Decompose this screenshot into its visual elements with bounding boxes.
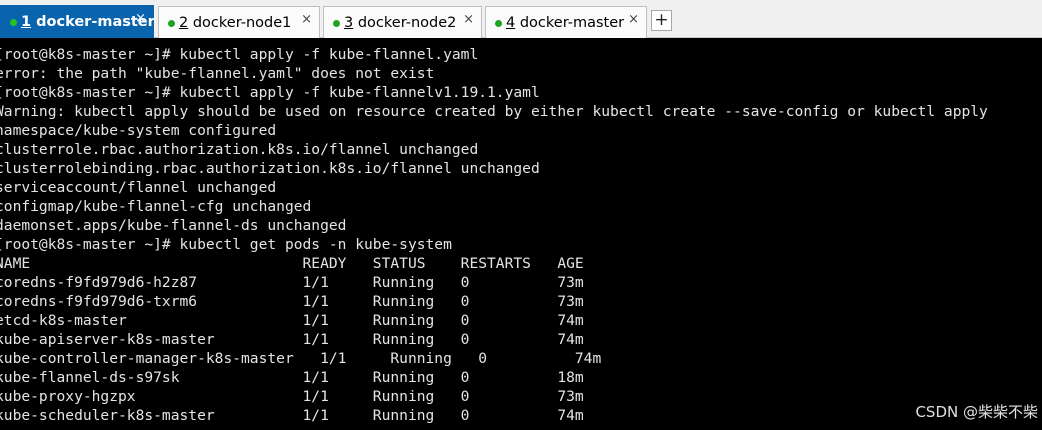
- connected-status-icon: [168, 20, 175, 27]
- terminal-line: kube-flannel-ds-s97sk 1/1 Running 0 18m: [0, 369, 584, 386]
- terminal-line: kube-controller-manager-k8s-master 1/1 R…: [0, 350, 602, 367]
- tab-label: 3 docker-node2: [344, 15, 457, 31]
- tab-docker-master-4[interactable]: 4 docker-master ×: [485, 6, 647, 38]
- terminal-line: daemonset.apps/kube-flannel-ds unchanged: [0, 217, 347, 234]
- tab-label: 4 docker-master: [506, 15, 625, 31]
- terminal-line: NAME READY STATUS RESTARTS AGE: [0, 255, 584, 272]
- tab-bar: 1 docker-master × 2 docker-node1 × 3 doc…: [0, 0, 1042, 38]
- terminal-line: clusterrolebinding.rbac.authorization.k8…: [0, 160, 540, 177]
- close-tab-icon[interactable]: ×: [135, 11, 146, 26]
- watermark: CSDN @柴柴不柴: [915, 403, 1038, 421]
- terminal-line: namespace/kube-system configured: [0, 122, 277, 139]
- terminal-line: clusterrole.rbac.authorization.k8s.io/fl…: [0, 141, 479, 158]
- connected-status-icon: [333, 20, 340, 27]
- terminal-line: [root@k8s-master ~]# kubectl apply -f ku…: [0, 84, 540, 101]
- terminal-line: serviceaccount/flannel unchanged: [0, 179, 277, 196]
- terminal-line: etcd-k8s-master 1/1 Running 0 74m: [0, 312, 584, 329]
- tab-label: 2 docker-node1: [179, 15, 292, 31]
- new-tab-button[interactable]: +: [651, 10, 672, 31]
- terminal-line: Warning: kubectl apply should be used on…: [0, 103, 988, 120]
- terminal-line: kube-apiserver-k8s-master 1/1 Running 0 …: [0, 331, 584, 348]
- close-tab-icon[interactable]: ×: [463, 12, 474, 27]
- connected-status-icon: [10, 19, 17, 26]
- tab-docker-node2[interactable]: 3 docker-node2 ×: [323, 6, 482, 38]
- tab-docker-master-1[interactable]: 1 docker-master ×: [0, 5, 155, 38]
- terminal-line: coredns-f9fd979d6-txrm6 1/1 Running 0 73…: [0, 293, 584, 310]
- close-tab-icon[interactable]: ×: [301, 12, 312, 27]
- connected-status-icon: [495, 20, 502, 27]
- terminal-line: error: the path "kube-flannel.yaml" does…: [0, 65, 435, 82]
- terminal-line: kube-scheduler-k8s-master 1/1 Running 0 …: [0, 407, 584, 424]
- terminal-line: kube-proxy-hgzpx 1/1 Running 0 73m: [0, 388, 584, 405]
- terminal-text: [root@k8s-master ~]# kubectl apply -f ku…: [0, 45, 988, 425]
- tab-docker-node1[interactable]: 2 docker-node1 ×: [158, 6, 320, 38]
- terminal-line: configmap/kube-flannel-cfg unchanged: [0, 198, 312, 215]
- terminal-output[interactable]: [root@k8s-master ~]# kubectl apply -f ku…: [0, 38, 1042, 430]
- terminal-line: [root@k8s-master ~]# kubectl apply -f ku…: [0, 46, 479, 63]
- terminal-line: coredns-f9fd979d6-h2z87 1/1 Running 0 73…: [0, 274, 584, 291]
- close-tab-icon[interactable]: ×: [628, 12, 639, 27]
- terminal-line: [root@k8s-master ~]# kubectl get pods -n…: [0, 236, 452, 253]
